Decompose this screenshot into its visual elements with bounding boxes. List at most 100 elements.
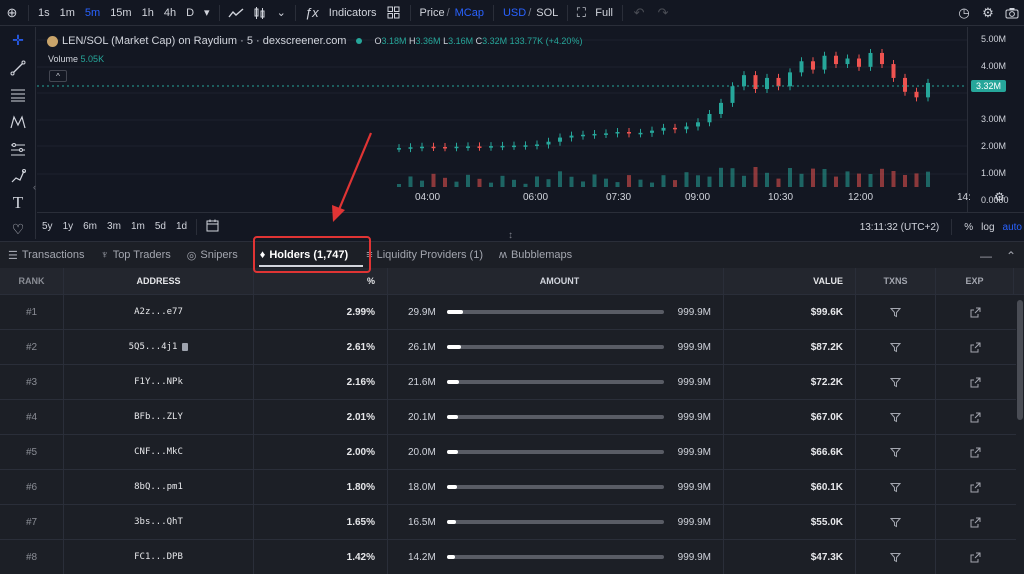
address-cell[interactable]: A2z...e77 [64, 295, 254, 329]
replay-icon[interactable]: ◷ [952, 0, 976, 26]
sol-toggle[interactable]: SOL [531, 7, 563, 19]
header-percent[interactable]: % [254, 268, 388, 294]
chart-type-dropdown-icon[interactable]: ⌄ [272, 6, 291, 19]
indicators-button[interactable]: Indicators [324, 7, 382, 19]
fullscreen-icon[interactable]: ⛶ [572, 0, 590, 26]
log-scale-toggle[interactable]: log [981, 222, 994, 233]
trend-line-icon[interactable] [0, 54, 36, 81]
pattern-icon[interactable] [0, 108, 36, 135]
resize-handle-icon[interactable]: ↕ [508, 230, 513, 241]
external-link-icon[interactable] [936, 365, 1014, 399]
external-link-icon[interactable] [936, 400, 1014, 434]
filter-txns-icon[interactable] [856, 505, 936, 539]
range-5y[interactable]: 5y [37, 221, 58, 232]
table-row[interactable]: #2 5Q5...4j1 2.61% 26.1M 999.9M $87.2K [0, 330, 1024, 365]
brush-icon[interactable] [0, 162, 36, 189]
range-5d[interactable]: 5d [150, 221, 171, 232]
range-1y[interactable]: 1y [58, 221, 79, 232]
interval-15m[interactable]: 15m [105, 7, 136, 19]
header-exp[interactable]: EXP [936, 268, 1014, 294]
address-link[interactable]: 8bQ...pm1 [134, 482, 183, 492]
address-link[interactable]: A2z...e77 [134, 307, 183, 317]
go-to-date-icon[interactable] [201, 219, 224, 235]
address-link[interactable]: F1Y...NPk [134, 377, 183, 387]
tab-snipers[interactable]: ◎ Snipers [179, 242, 246, 269]
prediction-icon[interactable] [0, 135, 36, 162]
scroll-left-handle[interactable]: ‹ [33, 182, 43, 196]
interval-4h[interactable]: 4h [159, 7, 181, 19]
usd-toggle[interactable]: USD [498, 7, 528, 19]
external-link-icon[interactable] [936, 295, 1014, 329]
filter-txns-icon[interactable] [856, 365, 936, 399]
address-link[interactable]: 3bs...QhT [134, 517, 183, 527]
address-cell[interactable]: 5Q5...4j1 [64, 330, 254, 364]
scrollbar-thumb[interactable] [1017, 300, 1023, 420]
expand-collapse-icon[interactable]: ⌃ [1006, 249, 1016, 263]
address-link[interactable]: BFb...ZLY [134, 412, 183, 422]
range-3m[interactable]: 3m [102, 221, 126, 232]
time-axis[interactable]: 04:00 06:00 07:30 09:00 10:30 12:00 14: [37, 188, 971, 208]
external-link-icon[interactable] [936, 435, 1014, 469]
header-txns[interactable]: TXNS [856, 268, 936, 294]
price-chart[interactable]: LEN/SOL (Market Cap) on Raydium · 5 · de… [37, 27, 967, 212]
table-row[interactable]: #5 CNF...MkC 2.00% 20.0M 999.9M $66.6K [0, 435, 1024, 470]
layout-grid-icon[interactable] [382, 0, 406, 26]
interval-1m[interactable]: 1m [55, 7, 80, 19]
clock-timezone[interactable]: 13:11:32 (UTC+2) [860, 222, 940, 233]
axis-settings-icon[interactable]: ⚙ [994, 190, 1005, 204]
external-link-icon[interactable] [936, 540, 1014, 574]
address-cell[interactable]: FC1...DPB [64, 540, 254, 574]
address-cell[interactable]: 3bs...QhT [64, 505, 254, 539]
snapshot-camera-icon[interactable] [1000, 0, 1024, 26]
add-symbol-icon[interactable]: ⊕ [0, 0, 24, 26]
table-row[interactable]: #3 F1Y...NPk 2.16% 21.6M 999.9M $72.2K [0, 365, 1024, 400]
external-link-icon[interactable] [936, 505, 1014, 539]
auto-scale-toggle[interactable]: auto [1003, 222, 1022, 233]
range-6m[interactable]: 6m [78, 221, 102, 232]
external-link-icon[interactable] [936, 330, 1014, 364]
header-amount[interactable]: AMOUNT [388, 268, 724, 294]
tab-transactions[interactable]: ☰ Transactions [0, 242, 92, 269]
full-button[interactable]: Full [590, 7, 618, 19]
table-row[interactable]: #4 BFb...ZLY 2.01% 20.1M 999.9M $67.0K [0, 400, 1024, 435]
text-tool-icon[interactable]: T [0, 189, 36, 216]
interval-5m[interactable]: 5m [80, 7, 105, 19]
function-icon[interactable]: ƒx [300, 0, 324, 26]
candles-chart-icon[interactable] [248, 0, 272, 26]
collapse-legend-button[interactable]: ^ [49, 70, 67, 82]
table-row[interactable]: #7 3bs...QhT 1.65% 16.5M 999.9M $55.0K [0, 505, 1024, 540]
tab-bubblemaps[interactable]: ʍ Bubblemaps [491, 242, 580, 269]
range-1d[interactable]: 1d [171, 221, 192, 232]
table-row[interactable]: #8 FC1...DPB 1.42% 14.2M 999.9M $47.3K [0, 540, 1024, 574]
interval-dropdown-icon[interactable]: ▾ [199, 6, 215, 19]
fib-retracement-icon[interactable] [0, 81, 36, 108]
range-1m[interactable]: 1m [126, 221, 150, 232]
address-cell[interactable]: 8bQ...pm1 [64, 470, 254, 504]
interval-1h[interactable]: 1h [137, 7, 159, 19]
tab-top-traders[interactable]: ♆ Top Traders [92, 242, 178, 269]
address-link[interactable]: FC1...DPB [134, 552, 183, 562]
table-row[interactable]: #1 A2z...e77 2.99% 29.9M 999.9M $99.6K [0, 295, 1024, 330]
interval-d[interactable]: D [181, 7, 199, 19]
price-toggle[interactable]: Price [415, 7, 447, 19]
price-axis[interactable]: 5.00M 4.00M 3.32M 3.00M 2.00M 1.00M 0.00… [967, 27, 1024, 212]
filter-txns-icon[interactable] [856, 400, 936, 434]
minimize-icon[interactable]: — [980, 249, 992, 263]
address-cell[interactable]: BFb...ZLY [64, 400, 254, 434]
table-row[interactable]: #6 8bQ...pm1 1.80% 18.0M 999.9M $60.1K [0, 470, 1024, 505]
address-cell[interactable]: F1Y...NPk [64, 365, 254, 399]
filter-txns-icon[interactable] [856, 295, 936, 329]
external-link-icon[interactable] [936, 470, 1014, 504]
undo-icon[interactable]: ↶ [627, 0, 651, 26]
settings-gear-icon[interactable]: ⚙ [976, 0, 1000, 26]
redo-icon[interactable]: ↷ [651, 0, 675, 26]
address-cell[interactable]: CNF...MkC [64, 435, 254, 469]
filter-txns-icon[interactable] [856, 470, 936, 504]
filter-txns-icon[interactable] [856, 435, 936, 469]
favorites-heart-icon[interactable]: ♡ [0, 216, 36, 243]
filter-txns-icon[interactable] [856, 330, 936, 364]
filter-txns-icon[interactable] [856, 540, 936, 574]
address-link[interactable]: 5Q5...4j1 [129, 342, 178, 352]
address-link[interactable]: CNF...MkC [134, 447, 183, 457]
tab-liquidity-providers[interactable]: ≡ Liquidity Providers (1) [358, 242, 491, 269]
